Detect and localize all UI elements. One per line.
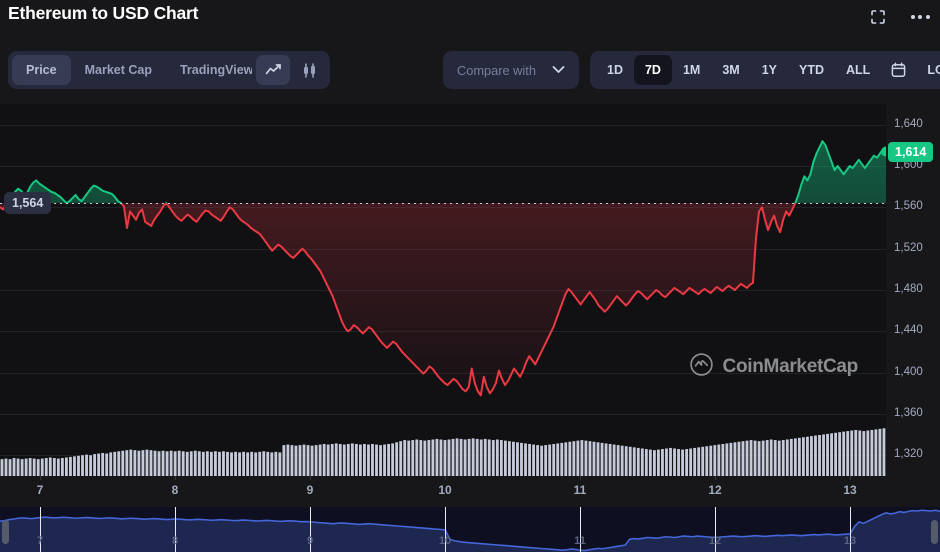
x-axis-tick: 9 (307, 483, 314, 497)
navigator-handle-right[interactable] (931, 520, 938, 544)
x-axis-tick: 11 (574, 483, 587, 497)
time-range-group: 1D 7D 1M 3M 1Y YTD ALL LOG (590, 51, 940, 89)
x-axis-tick: 7 (37, 483, 44, 497)
x-axis-tick-mark (445, 476, 446, 480)
coinmarketcap-logo-icon (689, 352, 714, 382)
y-axis-tick: 1,320 (894, 448, 923, 460)
x-axis-tick-mark (850, 476, 851, 480)
y-axis: 1,6401,6001,5601,5201,4801,4401,4001,360… (886, 104, 940, 504)
y-axis-tick: 1,360 (894, 407, 923, 419)
log-scale-button[interactable]: LOG (916, 55, 940, 85)
y-axis-tick: 1,640 (894, 118, 923, 130)
reference-price-badge: 1,564 (4, 192, 51, 214)
y-axis-tick: 1,480 (894, 283, 923, 295)
navigator-svg (0, 507, 940, 552)
range-1d[interactable]: 1D (596, 55, 634, 85)
range-7d[interactable]: 7D (634, 55, 672, 85)
chart-navigator[interactable]: 7 8 9 10 11 12 13 (0, 507, 940, 552)
x-axis-tick-mark (310, 476, 311, 480)
chart-toolbar: Price Market Cap TradingView Compare wit… (0, 48, 940, 92)
chevron-down-icon (552, 61, 565, 79)
y-axis-tick: 1,520 (894, 242, 923, 254)
y-axis-tick: 1,440 (894, 324, 923, 336)
navigator-tick-label: 9 (307, 535, 313, 547)
range-1m[interactable]: 1M (672, 55, 711, 85)
x-axis-tick: 12 (708, 483, 721, 497)
x-axis-tick-mark (580, 476, 581, 480)
chart-type-group (252, 51, 330, 89)
x-axis-tick-mark (40, 476, 41, 480)
navigator-tick-label: 12 (709, 535, 721, 547)
x-axis-tick: 10 (438, 483, 451, 497)
widget-header: Ethereum to USD Chart (0, 0, 940, 40)
range-1y[interactable]: 1Y (751, 55, 788, 85)
navigator-tick-label: 13 (844, 535, 856, 547)
x-axis-tick-mark (175, 476, 176, 480)
navigator-tick-label: 11 (574, 535, 586, 547)
calendar-icon[interactable] (881, 55, 916, 85)
y-axis-tick: 1,400 (894, 366, 923, 378)
ethereum-chart-widget: Ethereum to USD Chart Price Market Cap T… (0, 0, 940, 552)
navigator-tick-label: 10 (439, 535, 451, 547)
expand-icon[interactable] (864, 4, 892, 30)
current-price-badge: 1,614 (888, 142, 933, 162)
header-actions (864, 4, 934, 30)
tab-price[interactable]: Price (12, 55, 71, 85)
price-plot[interactable]: 1,564 CoinMarketCap (0, 104, 886, 476)
y-axis-tick: 1,560 (894, 200, 923, 212)
chart-area: 1,564 CoinMarketCap 1,6401,6001,5601,520… (0, 104, 940, 552)
more-dots (911, 15, 930, 19)
watermark: CoinMarketCap (689, 352, 858, 382)
tab-market-cap[interactable]: Market Cap (71, 55, 166, 85)
range-3m[interactable]: 3M (711, 55, 750, 85)
range-all[interactable]: ALL (835, 55, 881, 85)
navigator-tick-label: 7 (37, 535, 43, 547)
compare-with-label: Compare with (457, 63, 536, 78)
x-axis-tick-mark (715, 476, 716, 480)
volume-bars (0, 404, 886, 476)
watermark-text: CoinMarketCap (723, 356, 858, 378)
candlestick-chart-icon[interactable] (292, 55, 326, 85)
x-axis-tick: 13 (843, 483, 856, 497)
x-axis-tick: 8 (172, 483, 179, 497)
x-axis: 7 8 9 10 11 12 13 (0, 476, 940, 506)
line-chart-icon[interactable] (256, 55, 290, 85)
metric-tab-group: Price Market Cap TradingView (8, 51, 271, 89)
page-title: Ethereum to USD Chart (8, 3, 198, 24)
navigator-tick-label: 8 (172, 535, 178, 547)
reference-line (0, 203, 886, 204)
more-icon[interactable] (906, 4, 934, 30)
range-ytd[interactable]: YTD (788, 55, 835, 85)
navigator-handle-left[interactable] (2, 520, 9, 544)
compare-with-dropdown[interactable]: Compare with (443, 51, 579, 89)
